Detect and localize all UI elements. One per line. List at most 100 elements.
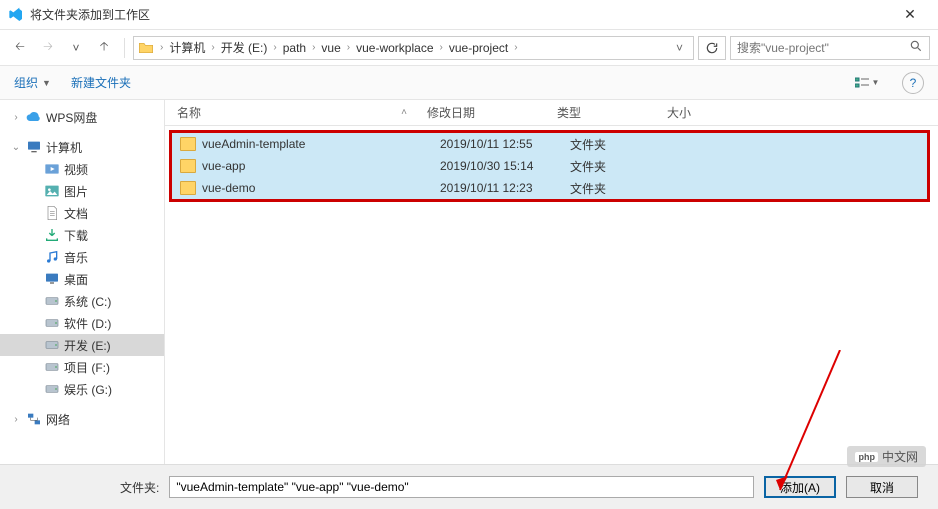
add-button[interactable]: 添加(A) xyxy=(764,476,836,498)
drive-icon xyxy=(44,315,60,331)
desktop-icon xyxy=(44,271,60,287)
folder-icon xyxy=(180,159,196,173)
watermark-text: 中文网 xyxy=(882,448,918,465)
breadcrumb-dropdown[interactable]: ˅ xyxy=(670,41,689,55)
recent-dropdown[interactable]: ˅ xyxy=(64,36,88,60)
file-type: 文件夹 xyxy=(570,136,680,153)
new-folder-button[interactable]: 新建文件夹 xyxy=(71,74,131,91)
chevron-right-icon[interactable]: › xyxy=(158,42,165,53)
chevron-right-icon[interactable]: › xyxy=(345,42,352,53)
file-row[interactable]: vue-app2019/10/30 15:14文件夹 xyxy=(172,155,927,177)
sidebar-item-drive[interactable]: 项目 (F:) xyxy=(0,356,164,378)
search-input[interactable] xyxy=(737,41,909,55)
drive-icon xyxy=(44,359,60,375)
crumb-vue[interactable]: vue xyxy=(317,41,344,55)
crumb-drive[interactable]: 开发 (E:) xyxy=(217,39,272,56)
drive-icon xyxy=(44,337,60,353)
organize-button[interactable]: 组织 ▼ xyxy=(14,74,51,91)
sidebar-item-drive[interactable]: 软件 (D:) xyxy=(0,312,164,334)
window-title: 将文件夹添加到工作区 xyxy=(30,6,890,23)
sidebar-item-label: WPS网盘 xyxy=(46,109,97,126)
crumb-computer[interactable]: 计算机 xyxy=(165,39,209,56)
network-icon xyxy=(26,411,42,427)
cancel-button[interactable]: 取消 xyxy=(846,476,918,498)
file-name: vueAdmin-template xyxy=(202,137,440,151)
sidebar-item-label: 项目 (F:) xyxy=(64,359,110,376)
folder-name-input[interactable] xyxy=(169,476,754,498)
sidebar-item-label: 娱乐 (G:) xyxy=(64,381,112,398)
sidebar-item-drive[interactable]: 开发 (E:) xyxy=(0,334,164,356)
file-type: 文件夹 xyxy=(570,158,680,175)
sidebar-item-desktop[interactable]: 桌面 xyxy=(0,268,164,290)
sidebar-item-label: 视频 xyxy=(64,161,88,178)
view-options-button[interactable]: ▼ xyxy=(852,72,882,94)
column-date[interactable]: 修改日期 xyxy=(427,104,557,121)
vscode-app-icon xyxy=(8,7,24,23)
sidebar-item-label: 网络 xyxy=(46,411,70,428)
crumb-project[interactable]: vue-project xyxy=(445,41,512,55)
titlebar: 将文件夹添加到工作区 ✕ xyxy=(0,0,938,30)
chevron-right-icon[interactable]: › xyxy=(438,42,445,53)
column-headers: 名称˄ 修改日期 类型 大小 xyxy=(165,100,938,126)
sidebar-item-label: 下载 xyxy=(64,227,88,244)
search-box[interactable] xyxy=(730,36,930,60)
file-row[interactable]: vue-demo2019/10/11 12:23文件夹 xyxy=(172,177,927,199)
file-list: 名称˄ 修改日期 类型 大小 vueAdmin-template2019/10/… xyxy=(165,100,938,464)
column-name[interactable]: 名称˄ xyxy=(177,104,427,121)
up-button[interactable]: 🡡 xyxy=(92,36,116,60)
php-badge: php xyxy=(855,452,878,462)
folder-icon xyxy=(180,137,196,151)
download-icon xyxy=(44,227,60,243)
expand-icon[interactable]: › xyxy=(10,414,22,425)
column-type[interactable]: 类型 xyxy=(557,104,667,121)
forward-button[interactable]: 🡢 xyxy=(36,36,60,60)
file-date: 2019/10/11 12:23 xyxy=(440,181,570,195)
sidebar-item-video[interactable]: 视频 xyxy=(0,158,164,180)
separator xyxy=(124,38,125,58)
file-row[interactable]: vueAdmin-template2019/10/11 12:55文件夹 xyxy=(172,133,927,155)
chevron-right-icon[interactable]: › xyxy=(512,42,519,53)
sidebar-item-label: 计算机 xyxy=(46,139,82,156)
search-icon[interactable] xyxy=(909,39,923,56)
breadcrumb[interactable]: › 计算机 › 开发 (E:) › path › vue › vue-workp… xyxy=(133,36,694,60)
sidebar-item-drive[interactable]: 系统 (C:) xyxy=(0,290,164,312)
sidebar-item-document[interactable]: 文档 xyxy=(0,202,164,224)
watermark: php 中文网 xyxy=(847,446,926,467)
back-button[interactable]: 🡠 xyxy=(8,36,32,60)
refresh-button[interactable] xyxy=(698,36,726,60)
sidebar-item-computer[interactable]: ⌄ 计算机 xyxy=(0,136,164,158)
sidebar-item-wps[interactable]: › WPS网盘 xyxy=(0,106,164,128)
computer-icon xyxy=(26,139,42,155)
toolbar: 组织 ▼ 新建文件夹 ▼ ? xyxy=(0,66,938,100)
sidebar: › WPS网盘 ⌄ 计算机 视频图片文档下载音乐桌面系统 (C:) 软件 (D:)… xyxy=(0,100,165,464)
document-icon xyxy=(44,205,60,221)
nav-bar: 🡠 🡢 ˅ 🡡 › 计算机 › 开发 (E:) › path › vue › v… xyxy=(0,30,938,66)
file-name: vue-demo xyxy=(202,181,440,195)
expand-icon[interactable]: › xyxy=(10,112,22,123)
drive-icon xyxy=(44,293,60,309)
chevron-right-icon[interactable]: › xyxy=(209,42,216,53)
chevron-right-icon[interactable]: › xyxy=(310,42,317,53)
chevron-down-icon: ▼ xyxy=(42,78,51,88)
sidebar-item-label: 开发 (E:) xyxy=(64,337,111,354)
drive-icon xyxy=(44,381,60,397)
sidebar-item-label: 图片 xyxy=(64,183,88,200)
help-button[interactable]: ? xyxy=(902,72,924,94)
sidebar-item-download[interactable]: 下载 xyxy=(0,224,164,246)
crumb-path[interactable]: path xyxy=(279,41,310,55)
chevron-right-icon[interactable]: › xyxy=(271,42,278,53)
sidebar-item-music[interactable]: 音乐 xyxy=(0,246,164,268)
crumb-workplace[interactable]: vue-workplace xyxy=(352,41,437,55)
sidebar-item-picture[interactable]: 图片 xyxy=(0,180,164,202)
file-date: 2019/10/30 15:14 xyxy=(440,159,570,173)
sidebar-item-label: 系统 (C:) xyxy=(64,293,111,310)
sidebar-item-network[interactable]: › 网络 xyxy=(0,408,164,430)
column-size[interactable]: 大小 xyxy=(667,104,747,121)
cloud-icon xyxy=(26,109,42,125)
sidebar-item-drive[interactable]: 娱乐 (G:) xyxy=(0,378,164,400)
collapse-icon[interactable]: ⌄ xyxy=(10,142,22,153)
file-rows-highlight: vueAdmin-template2019/10/11 12:55文件夹vue-… xyxy=(169,130,930,202)
music-icon xyxy=(44,249,60,265)
close-button[interactable]: ✕ xyxy=(890,6,930,23)
file-type: 文件夹 xyxy=(570,180,680,197)
